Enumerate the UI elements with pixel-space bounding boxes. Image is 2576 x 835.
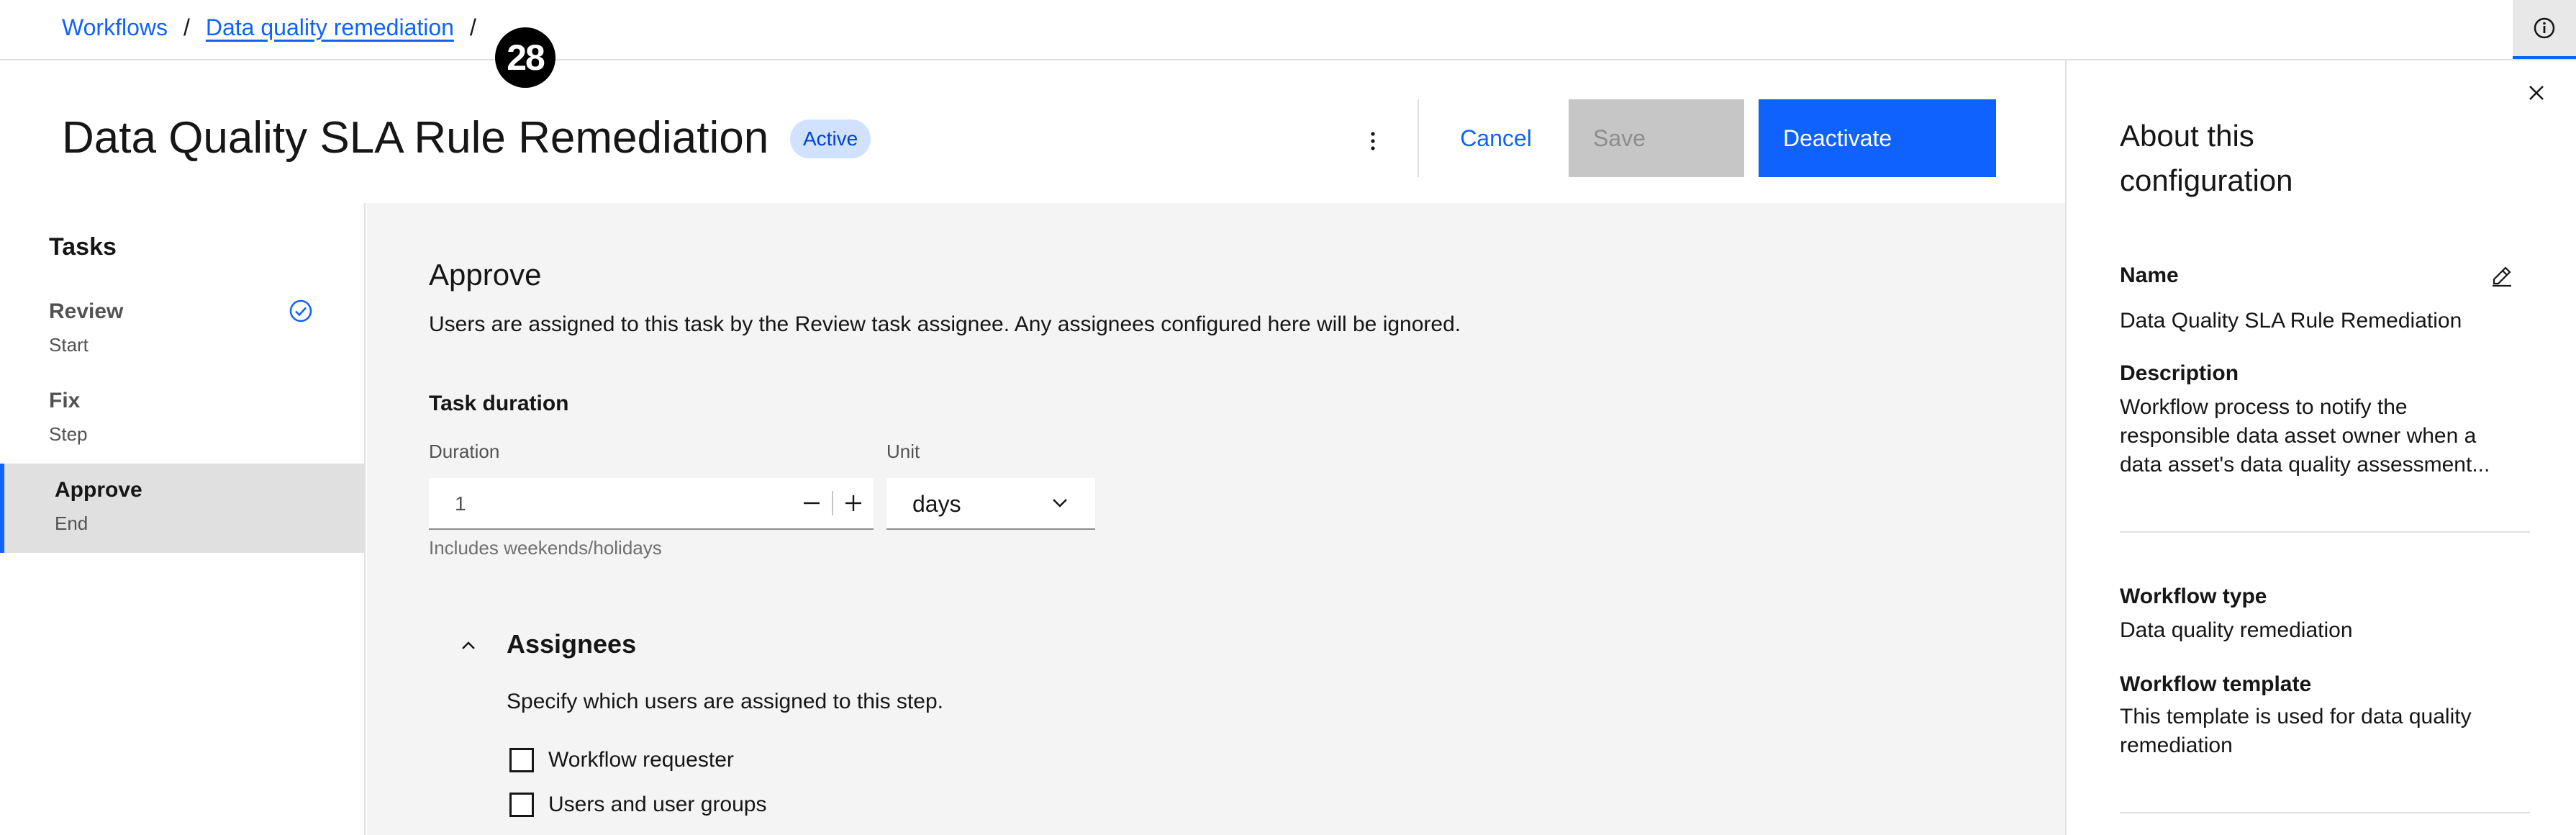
workflow-template-label: Workflow template [2120,672,2312,696]
task-label: Fix [49,389,81,412]
task-sublabel: Step [49,423,88,445]
assignees-title[interactable]: Assignees [507,629,636,659]
task-sublabel: Start [49,334,89,356]
header-divider [1418,99,1419,177]
breadcrumb-separator: / [469,14,476,40]
section-description: Users are assigned to this task by the R… [429,312,1461,336]
task-duration-heading: Task duration [429,392,569,415]
decrement-button[interactable] [792,478,832,528]
top-bar: Workflows / Data quality remediation / [0,0,2576,60]
checkmark-outline-icon [289,299,312,322]
checkbox-label: Users and user groups [548,793,767,816]
plus-icon [845,495,861,511]
tasks-title: Tasks [49,233,117,261]
cancel-button[interactable]: Cancel [1435,99,1557,177]
description-value: Workflow process to notify the responsib… [2120,395,2490,477]
task-item-fix[interactable]: Fix Step [0,374,366,464]
unit-label: Unit [886,441,920,462]
task-label: Approve [55,478,142,502]
close-icon[interactable] [2526,82,2547,104]
checkbox-label: Workflow requester [548,748,734,772]
edit-icon[interactable] [2490,263,2514,288]
panel-title: About this configuration [2120,119,2293,197]
workflow-requester-checkbox[interactable]: Workflow requester [509,746,734,775]
step-number-badge: 28 [495,27,555,88]
unit-dropdown[interactable]: days [886,478,1095,530]
breadcrumb: Workflows / Data quality remediation / [62,14,492,41]
page-header: Data Quality SLA Rule Remediation Active… [0,62,2065,203]
breadcrumb-separator: / [183,14,190,40]
description-label: Description [2120,361,2239,385]
info-icon [2534,17,2555,39]
minus-icon [804,502,820,505]
duration-label: Duration [429,441,500,462]
overflow-menu-button[interactable] [1353,119,1393,163]
users-and-user-groups-checkbox[interactable]: Users and user groups [509,790,767,819]
task-sublabel: End [55,513,89,534]
workflow-type-value: Data quality remediation [2120,618,2353,642]
deactivate-button[interactable]: Deactivate [1759,99,1996,177]
unit-value: days [912,491,961,517]
task-label: Review [49,299,124,323]
breadcrumb-data-quality-remediation-link[interactable]: Data quality remediation [206,14,454,41]
name-label: Name [2120,263,2179,287]
duration-helper-text: Includes weekends/holidays [429,537,662,559]
increment-button[interactable] [833,478,874,528]
duration-stepper[interactable]: 1 [429,478,874,530]
chevron-up-icon[interactable] [458,635,479,656]
chevron-down-icon [1053,499,1067,507]
task-item-approve[interactable]: Approve End [0,464,366,553]
page-title: Data Quality SLA Rule Remediation [62,113,769,163]
overflow-menu-icon [1371,132,1375,150]
duration-value[interactable]: 1 [455,492,466,515]
assignees-description: Specify which users are assigned to this… [507,690,943,713]
info-button[interactable] [2513,0,2576,59]
checkbox-box[interactable] [509,748,534,772]
workflow-type-label: Workflow type [2120,584,2267,608]
panel-divider [2120,812,2530,813]
save-button[interactable]: Save [1569,99,1744,177]
breadcrumb-workflows-link[interactable]: Workflows [62,14,168,41]
task-details: Approve Users are assigned to this task … [367,203,2065,835]
task-item-review[interactable]: Review Start [0,285,366,374]
name-value: Data Quality SLA Rule Remediation [2120,309,2462,333]
checkbox-box[interactable] [509,793,534,817]
tasks-sidebar: Tasks Review Start Fix Step Approve End [0,203,366,835]
section-title: Approve [429,258,542,292]
about-configuration-panel: About this configuration Name Data Quali… [2065,60,2576,835]
status-badge: Active [790,119,871,158]
panel-divider [2120,531,2530,533]
workflow-template-value: This template is used for data quality r… [2120,705,2472,757]
